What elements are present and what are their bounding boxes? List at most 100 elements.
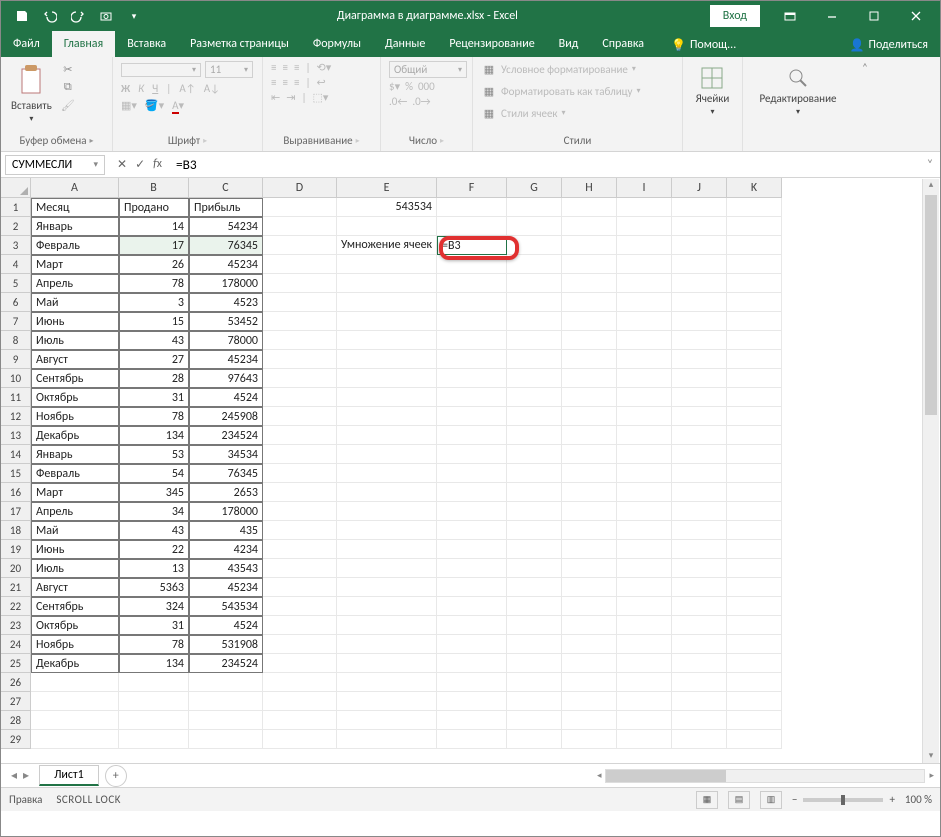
cell[interactable] xyxy=(263,502,337,521)
cell[interactable] xyxy=(337,293,437,312)
cell[interactable] xyxy=(337,388,437,407)
cell[interactable] xyxy=(617,635,672,654)
maximize-icon[interactable] xyxy=(854,5,894,27)
enter-icon[interactable]: ✓ xyxy=(135,157,145,172)
cell[interactable] xyxy=(617,654,672,673)
view-pagebreak-icon[interactable]: ▥ xyxy=(760,791,782,809)
cell[interactable] xyxy=(727,597,782,616)
cell[interactable] xyxy=(189,730,263,749)
cell[interactable] xyxy=(437,521,507,540)
cell[interactable] xyxy=(507,217,562,236)
cell[interactable] xyxy=(507,369,562,388)
cell[interactable]: 345 xyxy=(119,483,189,502)
cell[interactable] xyxy=(263,312,337,331)
cell[interactable] xyxy=(437,692,507,711)
cell[interactable] xyxy=(672,407,727,426)
column-header[interactable]: K xyxy=(727,178,782,198)
cell[interactable]: Июнь xyxy=(31,312,119,331)
cell[interactable] xyxy=(672,255,727,274)
cell[interactable]: 13 xyxy=(119,559,189,578)
qat-dropdown-icon[interactable]: ▾ xyxy=(123,5,145,27)
cell[interactable] xyxy=(263,445,337,464)
tell-me[interactable]: 💡Помощ... xyxy=(659,31,748,57)
copy-icon[interactable]: ⧉ xyxy=(60,79,76,95)
sheet-nav-prev-icon[interactable]: ◂ xyxy=(11,768,17,783)
cell[interactable]: 27 xyxy=(119,350,189,369)
cell[interactable] xyxy=(617,217,672,236)
cell[interactable] xyxy=(562,616,617,635)
cell[interactable] xyxy=(672,388,727,407)
cell[interactable] xyxy=(617,597,672,616)
increase-decimal-icon[interactable]: .0← xyxy=(389,95,407,108)
cell[interactable]: 4523 xyxy=(189,293,263,312)
cell[interactable] xyxy=(507,673,562,692)
align-right-icon[interactable]: ≡ xyxy=(294,76,299,89)
row-header[interactable]: 10 xyxy=(1,369,31,388)
cell[interactable] xyxy=(672,559,727,578)
cell[interactable] xyxy=(507,597,562,616)
cell[interactable] xyxy=(507,407,562,426)
font-color-icon[interactable]: A▾ xyxy=(172,99,184,112)
cell[interactable]: 97643 xyxy=(189,369,263,388)
cell[interactable]: Прибыль xyxy=(189,198,263,217)
column-header[interactable]: H xyxy=(562,178,617,198)
cell[interactable] xyxy=(727,730,782,749)
cell[interactable] xyxy=(437,312,507,331)
cell[interactable] xyxy=(263,388,337,407)
cell[interactable] xyxy=(337,540,437,559)
cell[interactable] xyxy=(617,711,672,730)
cell[interactable] xyxy=(437,616,507,635)
row-header[interactable]: 15 xyxy=(1,464,31,483)
cell[interactable]: 43 xyxy=(119,331,189,350)
shrink-font-icon[interactable]: A↓ xyxy=(204,82,220,95)
cell[interactable] xyxy=(562,293,617,312)
cell[interactable] xyxy=(727,388,782,407)
cell[interactable] xyxy=(562,331,617,350)
view-pagelayout-icon[interactable]: ▤ xyxy=(728,791,750,809)
cell[interactable] xyxy=(263,274,337,293)
cell[interactable] xyxy=(617,559,672,578)
cell[interactable]: Май xyxy=(31,293,119,312)
editing-button[interactable]: Редактирование▾ xyxy=(758,64,839,119)
cell[interactable]: 245908 xyxy=(189,407,263,426)
bold-button[interactable]: Ж xyxy=(121,82,130,95)
new-sheet-button[interactable]: + xyxy=(105,765,127,787)
cell[interactable] xyxy=(263,673,337,692)
column-header[interactable]: F xyxy=(437,178,507,198)
column-header[interactable]: B xyxy=(119,178,189,198)
cell[interactable] xyxy=(617,426,672,445)
cell[interactable]: Октябрь xyxy=(31,616,119,635)
wrap-icon[interactable]: ↩ xyxy=(317,76,326,89)
cell[interactable] xyxy=(263,426,337,445)
cell[interactable] xyxy=(562,198,617,217)
row-header[interactable]: 18 xyxy=(1,521,31,540)
cell[interactable] xyxy=(437,388,507,407)
redo-icon[interactable] xyxy=(67,5,89,27)
cell[interactable]: 4234 xyxy=(189,540,263,559)
cell[interactable] xyxy=(672,730,727,749)
cell[interactable] xyxy=(562,274,617,293)
cell[interactable]: 531908 xyxy=(189,635,263,654)
cell[interactable]: Ноябрь xyxy=(31,407,119,426)
row-header[interactable]: 19 xyxy=(1,540,31,559)
row-header[interactable]: 20 xyxy=(1,559,31,578)
cell[interactable] xyxy=(672,217,727,236)
cell[interactable] xyxy=(337,616,437,635)
cell[interactable] xyxy=(617,331,672,350)
cell[interactable] xyxy=(727,407,782,426)
align-bottom-icon[interactable]: ≡ xyxy=(294,61,299,74)
select-all-corner[interactable] xyxy=(1,178,31,198)
cell[interactable] xyxy=(672,502,727,521)
cell[interactable] xyxy=(617,578,672,597)
cell[interactable] xyxy=(507,312,562,331)
align-top-icon[interactable]: ≡ xyxy=(271,61,276,74)
cell[interactable] xyxy=(337,331,437,350)
cell[interactable]: 34 xyxy=(119,502,189,521)
row-header[interactable]: 9 xyxy=(1,350,31,369)
cell[interactable]: Апрель xyxy=(31,274,119,293)
cell[interactable]: Январь xyxy=(31,445,119,464)
cell[interactable] xyxy=(337,597,437,616)
cell[interactable]: =B3 xyxy=(437,236,507,255)
cell[interactable] xyxy=(437,464,507,483)
cell[interactable] xyxy=(507,274,562,293)
